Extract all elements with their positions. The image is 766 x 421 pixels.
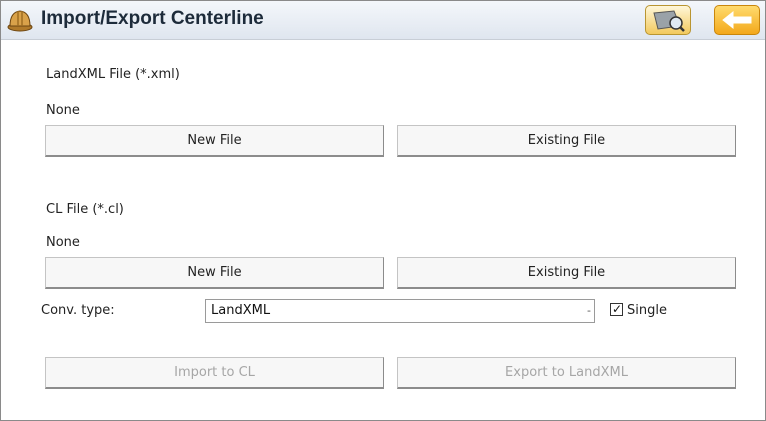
single-checkbox-label[interactable]: Single	[627, 303, 667, 318]
import-export-centerline-window: Import/Export Centerline LandXML File (*…	[0, 0, 766, 421]
landxml-file-value: None	[46, 103, 80, 118]
title-bar: Import/Export Centerline	[1, 1, 765, 40]
landxml-section-label: LandXML File (*.xml)	[46, 67, 180, 82]
single-checkbox[interactable]: ✓	[610, 302, 623, 316]
checkmark-icon: ✓	[612, 302, 623, 316]
export-to-landxml-button[interactable]: Export to LandXML	[397, 357, 736, 389]
cl-existing-file-button[interactable]: Existing File	[397, 257, 736, 289]
cl-new-file-button[interactable]: New File	[45, 257, 384, 289]
cl-section-label: CL File (*.cl)	[46, 202, 124, 217]
dropdown-arrow-icon[interactable]: -	[587, 304, 591, 317]
conv-type-select[interactable]: LandXML -	[205, 299, 595, 323]
window-title: Import/Export Centerline	[41, 8, 264, 29]
landxml-existing-file-button[interactable]: Existing File	[397, 125, 736, 157]
back-arrow-icon	[722, 10, 752, 30]
map-magnifier-icon	[653, 10, 685, 32]
conv-type-value: LandXML	[211, 303, 271, 318]
map-view-button[interactable]	[645, 5, 691, 35]
cl-file-value: None	[46, 235, 80, 250]
back-button[interactable]	[714, 5, 760, 35]
conv-type-label: Conv. type:	[41, 303, 115, 318]
landxml-new-file-button[interactable]: New File	[45, 125, 384, 157]
import-to-cl-button[interactable]: Import to CL	[45, 357, 384, 389]
hard-hat-icon	[7, 10, 33, 32]
